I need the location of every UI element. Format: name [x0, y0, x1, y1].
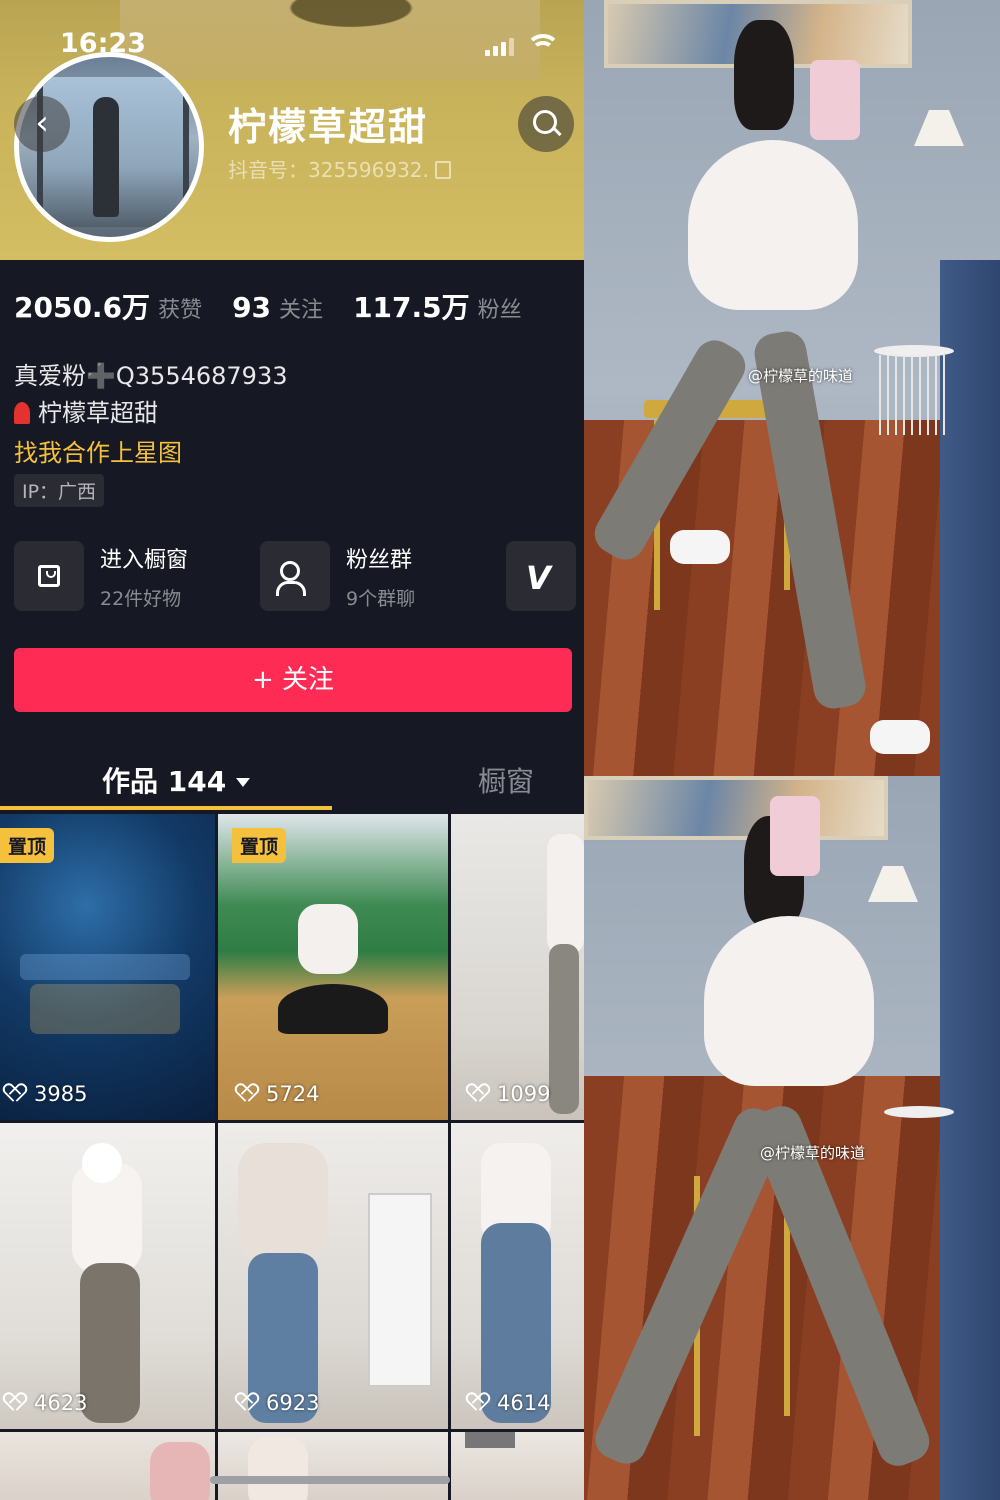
stat-followers-value: 117.5万	[353, 291, 470, 324]
video-thumbnail[interactable]: 4623	[0, 1123, 215, 1429]
photo-top: @柠檬草的味道	[584, 0, 1000, 776]
like-count-value: 4614	[497, 1391, 551, 1415]
fan-group-icon	[260, 541, 330, 611]
like-count-value: 3985	[34, 1082, 88, 1106]
watermark: @柠檬草的味道	[748, 367, 854, 385]
photo-bottom: @柠檬草的味道	[584, 776, 1000, 1500]
status-icons	[485, 34, 560, 56]
like-count: 5724	[236, 1082, 319, 1106]
chevron-down-icon	[236, 778, 251, 787]
search-button[interactable]	[518, 96, 574, 152]
bio-text-2: 柠檬草超甜	[38, 399, 158, 427]
card-subtitle: 22件好物	[100, 587, 182, 610]
card-partial[interactable]: V 专抢	[506, 541, 584, 611]
video-thumbnail[interactable]: 6923	[218, 1123, 448, 1429]
active-tab-indicator	[0, 806, 332, 810]
stat-followers[interactable]: 117.5万 粉丝	[353, 286, 522, 326]
bio-line-2: 柠檬草超甜	[14, 393, 158, 428]
heart-icon	[236, 1393, 258, 1413]
follow-button[interactable]: + 关注	[14, 648, 572, 712]
video-thumbnail[interactable]	[0, 1432, 215, 1500]
heart-icon	[4, 1084, 26, 1104]
plus-icon: ➕	[86, 362, 116, 390]
heart-icon	[467, 1393, 489, 1413]
like-count: 4614	[467, 1391, 550, 1415]
like-count-value: 5724	[266, 1082, 320, 1106]
profile-header: 16:23 ‹ 柠檬草超甜 抖音号：325596932.	[0, 0, 584, 260]
heart-icon	[236, 1084, 258, 1104]
bio-line-1: 真爱粉➕Q3554687933	[14, 356, 287, 391]
card-title: 粉丝群	[346, 547, 413, 573]
ip-location-tag: IP：广西	[14, 474, 105, 507]
video-thumbnail[interactable]: 1099	[451, 814, 584, 1120]
back-button[interactable]: ‹	[14, 96, 70, 152]
profile-screen: 16:23 ‹ 柠檬草超甜 抖音号：325596932. 2050.6万 获赞 9…	[0, 0, 584, 1500]
douyin-id-text: 抖音号：325596932.	[228, 158, 429, 182]
profile-name: 柠檬草超甜	[228, 105, 429, 149]
video-thumbnail[interactable]	[218, 1432, 448, 1500]
card-subtitle: 9个群聊	[346, 587, 416, 610]
bio-text-a: 真爱粉	[14, 362, 86, 390]
card-fan-group[interactable]: 粉丝群 9个群聊	[260, 541, 506, 611]
card-title: 进入橱窗	[100, 547, 189, 573]
home-indicator	[210, 1476, 450, 1484]
douyin-id[interactable]: 抖音号：325596932.	[228, 154, 451, 183]
shopping-bag-icon	[14, 541, 84, 611]
like-count: 4623	[4, 1391, 87, 1415]
like-count: 6923	[236, 1391, 319, 1415]
stat-following-value: 93	[232, 291, 272, 324]
stat-following-label: 关注	[279, 298, 324, 323]
watermark: @柠檬草的味道	[760, 1144, 866, 1162]
feature-cards: 进入橱窗 22件好物 粉丝群 9个群聊 V 专抢	[14, 541, 584, 611]
chevron-left-icon: ‹	[35, 103, 49, 143]
like-count: 3985	[4, 1082, 87, 1106]
like-count-value: 6923	[266, 1391, 320, 1415]
stat-likes[interactable]: 2050.6万 获赞	[14, 286, 202, 326]
collab-link[interactable]: 找我合作上星图	[14, 433, 182, 468]
tab-works-label: 作品 144	[102, 765, 227, 798]
ribbon-icon	[14, 402, 30, 424]
pinned-badge: 置顶	[0, 828, 55, 863]
profile-stats: 2050.6万 获赞 93 关注 117.5万 粉丝	[14, 286, 522, 326]
signal-icon	[485, 38, 514, 56]
like-count-value: 4623	[34, 1391, 88, 1415]
video-thumbnail[interactable]: 置顶 3985	[0, 814, 215, 1120]
like-count-value: 1099	[497, 1082, 551, 1106]
bio-text-b: Q3554687933	[115, 362, 288, 390]
tab-works[interactable]: 作品 144	[102, 760, 251, 800]
stat-likes-value: 2050.6万	[14, 291, 151, 324]
stat-likes-label: 获赞	[158, 298, 203, 323]
video-thumbnail[interactable]: 4614	[451, 1123, 584, 1429]
stat-following[interactable]: 93 关注	[232, 291, 323, 324]
video-thumbnail[interactable]	[451, 1432, 584, 1500]
header-background-image	[120, 0, 540, 80]
v-icon: V	[506, 541, 576, 611]
card-shop-window[interactable]: 进入橱窗 22件好物	[14, 541, 260, 611]
copy-icon[interactable]	[434, 161, 451, 179]
tab-shop-window[interactable]: 橱窗	[478, 760, 534, 800]
like-count: 1099	[467, 1082, 550, 1106]
pinned-badge: 置顶	[232, 828, 287, 863]
heart-icon	[467, 1084, 489, 1104]
stat-followers-label: 粉丝	[477, 298, 522, 323]
wifi-icon	[526, 34, 560, 56]
video-thumbnail[interactable]: 置顶 5724	[218, 814, 448, 1120]
heart-icon	[4, 1393, 26, 1413]
